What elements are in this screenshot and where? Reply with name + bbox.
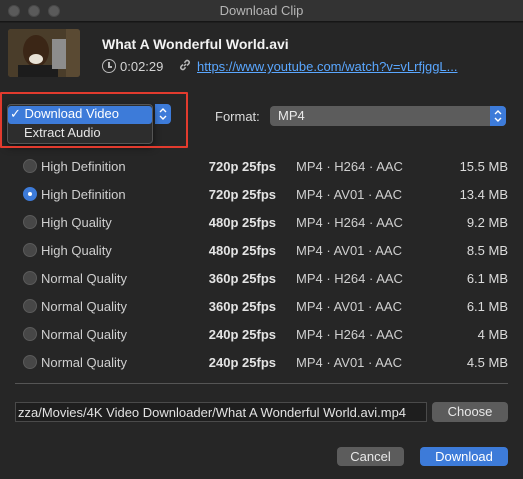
quality-option-row[interactable]: Normal Quality 240p 25fps MP4 · AV01 · AAC… xyxy=(0,348,523,376)
quality-option-row[interactable]: High Definition 720p 25fps MP4 · AV01 · AA… xyxy=(0,180,523,208)
radio-button[interactable] xyxy=(23,215,37,229)
format-value: MP4 xyxy=(278,108,305,123)
resolution-label: 480p 25fps xyxy=(208,243,276,258)
resolution-label: 240p 25fps xyxy=(208,327,276,342)
file-size-label: 8.5 MB xyxy=(466,243,508,258)
quality-label: High Definition xyxy=(41,187,126,202)
resolution-label: 480p 25fps xyxy=(208,215,276,230)
quality-label: Normal Quality xyxy=(41,327,127,342)
codec-label: MP4 · AV01 · AAC xyxy=(296,187,402,202)
radio-button[interactable] xyxy=(23,243,37,257)
clip-title: What A Wonderful World.avi xyxy=(102,36,289,52)
annotation-highlight-box xyxy=(0,92,188,148)
title-bar: Download Clip xyxy=(0,0,523,22)
radio-button[interactable] xyxy=(23,327,37,341)
codec-label: MP4 · H264 · AAC xyxy=(296,159,403,174)
clock-icon xyxy=(102,59,116,73)
quality-label: High Quality xyxy=(41,243,112,258)
codec-label: MP4 · H264 · AAC xyxy=(296,271,403,286)
format-select[interactable]: MP4 xyxy=(270,106,506,126)
file-size-label: 9.2 MB xyxy=(466,215,508,230)
clip-duration: 0:02:29 xyxy=(120,59,164,74)
codec-label: MP4 · AV01 · AAC xyxy=(296,355,402,370)
codec-label: MP4 · AV01 · AAC xyxy=(296,243,402,258)
resolution-label: 360p 25fps xyxy=(208,299,276,314)
file-size-label: 4 MB xyxy=(477,327,508,342)
resolution-label: 360p 25fps xyxy=(208,271,276,286)
radio-button[interactable] xyxy=(23,299,37,313)
clip-url-link[interactable]: https://www.youtube.com/watch?v=vLrfjggL… xyxy=(197,59,477,74)
radio-button[interactable] xyxy=(23,187,37,201)
file-size-label: 6.1 MB xyxy=(466,271,508,286)
quality-label: High Definition xyxy=(41,159,126,174)
choose-button[interactable]: Choose xyxy=(432,402,508,422)
download-button[interactable]: Download xyxy=(420,447,508,466)
resolution-label: 720p 25fps xyxy=(208,187,276,202)
output-path-field[interactable]: zza/Movies/4K Video Downloader/What A Wo… xyxy=(15,402,427,422)
window-title: Download Clip xyxy=(219,3,304,18)
quality-option-row[interactable]: Normal Quality 240p 25fps MP4 · H264 · AAC… xyxy=(0,320,523,348)
quality-option-row[interactable]: High Definition 720p 25fps MP4 · H264 · AA… xyxy=(0,152,523,180)
dialog-content: What A Wonderful World.avi 0:02:29 https… xyxy=(0,23,523,479)
format-label: Format: xyxy=(215,109,260,124)
quality-option-row[interactable]: Normal Quality 360p 25fps MP4 · H264 · AAC… xyxy=(0,264,523,292)
file-size-label: 6.1 MB xyxy=(466,299,508,314)
quality-label: Normal Quality xyxy=(41,299,127,314)
radio-button[interactable] xyxy=(23,355,37,369)
chevron-updown-icon xyxy=(494,110,502,122)
quality-option-row[interactable]: High Quality 480p 25fps MP4 · AV01 · AAC 8.… xyxy=(0,236,523,264)
quality-label: Normal Quality xyxy=(41,355,127,370)
quality-label: High Quality xyxy=(41,215,112,230)
codec-label: MP4 · H264 · AAC xyxy=(296,327,403,342)
quality-option-row[interactable]: Normal Quality 360p 25fps MP4 · AV01 · AAC… xyxy=(0,292,523,320)
quality-label: Normal Quality xyxy=(41,271,127,286)
format-select-stepper[interactable] xyxy=(490,106,506,126)
output-path-text: zza/Movies/4K Video Downloader/What A Wo… xyxy=(18,405,407,420)
cancel-button[interactable]: Cancel xyxy=(337,447,404,466)
file-size-label: 13.4 MB xyxy=(459,187,508,202)
quality-option-row[interactable]: High Quality 480p 25fps MP4 · H264 · AAC 9.… xyxy=(0,208,523,236)
codec-label: MP4 · H264 · AAC xyxy=(296,215,403,230)
radio-button[interactable] xyxy=(23,271,37,285)
link-icon xyxy=(180,59,190,71)
resolution-label: 720p 25fps xyxy=(208,159,276,174)
divider xyxy=(15,383,508,384)
codec-label: MP4 · AV01 · AAC xyxy=(296,299,402,314)
file-size-label: 15.5 MB xyxy=(459,159,508,174)
file-size-label: 4.5 MB xyxy=(466,355,508,370)
radio-button[interactable] xyxy=(23,159,37,173)
resolution-label: 240p 25fps xyxy=(208,355,276,370)
video-thumbnail xyxy=(8,29,80,77)
